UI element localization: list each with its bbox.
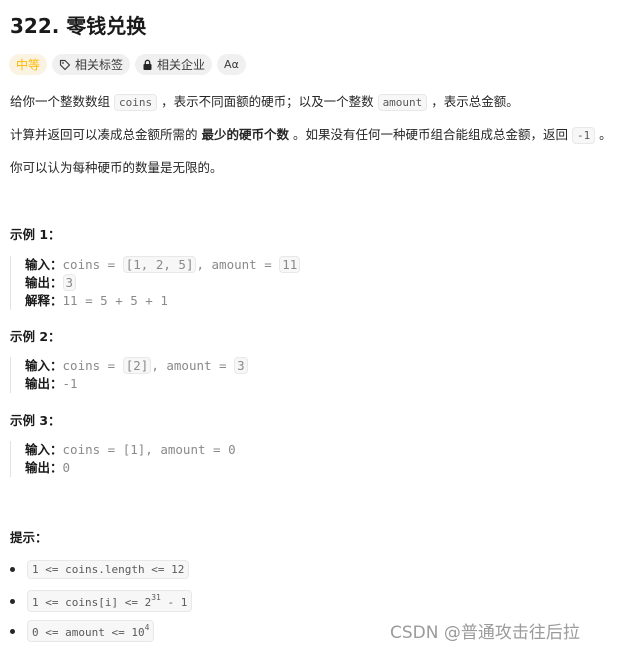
example-3-heading: 示例 3：: [10, 413, 61, 428]
inline-code: 3: [62, 274, 77, 291]
text: , amount =: [151, 358, 235, 373]
text: 1 <= coins[i] <= 2: [32, 596, 152, 609]
example-1-heading: 示例 1：: [10, 227, 61, 242]
translate-icon: Aα: [224, 58, 239, 71]
text: 0 <= amount <= 10: [32, 626, 145, 639]
description-paragraph-2: 计算并返回可以凑成总金额所需的 最少的硬币个数 。如果没有任何一种硬币组合能组成…: [10, 124, 612, 144]
badge-row: 中等 相关标签 相关企业 Aα: [9, 54, 246, 75]
inline-code: [1, 2, 5]: [122, 256, 197, 273]
input-label: 输入：: [25, 257, 63, 272]
bullet-icon: [10, 567, 15, 572]
difficulty-label: 中等: [16, 58, 41, 72]
inline-code: 1 <= coins[i] <= 231 - 1: [27, 590, 193, 612]
input-value: coins = [1], amount = 0: [62, 442, 236, 457]
inline-code: [2]: [122, 357, 152, 374]
text: , amount =: [196, 257, 280, 272]
constraint-item: 1 <= coins[i] <= 231 - 1: [10, 590, 193, 612]
bullet-icon: [10, 598, 15, 604]
inline-code: -1: [571, 127, 596, 144]
explanation-text: 11 = 5 + 5 + 1: [62, 293, 168, 308]
description-paragraph-1: 给你一个整数数组 coins ，表示不同面额的硬币；以及一个整数 amount …: [10, 91, 519, 111]
inline-code: 1 <= coins.length <= 12: [27, 560, 190, 579]
companies-button[interactable]: 相关企业: [135, 54, 213, 75]
example-3-block: 输入：coins = [1], amount = 0 输出：0: [10, 441, 236, 477]
lock-icon: [142, 59, 153, 71]
output-value: 0: [62, 460, 71, 475]
companies-label: 相关企业: [157, 58, 206, 72]
text: ，表示不同面额的硬币；以及一个整数: [157, 94, 378, 109]
input-label: 输入：: [25, 442, 63, 457]
output-value: -1: [62, 376, 78, 391]
example-2-heading: 示例 2：: [10, 329, 61, 344]
inline-code: amount: [377, 94, 428, 111]
constraint-item: 1 <= coins.length <= 12: [10, 560, 190, 579]
inline-code: 3: [234, 357, 248, 374]
watermark: CSDN @普通攻击往后拉: [390, 623, 580, 643]
difficulty-badge[interactable]: 中等: [9, 54, 48, 75]
tags-button[interactable]: 相关标签: [52, 54, 131, 75]
tag-icon: [59, 59, 71, 71]
text: coins =: [62, 358, 123, 373]
input-label: 输入：: [25, 358, 63, 373]
text: - 1: [160, 596, 188, 609]
output-label: 输出：: [25, 376, 63, 391]
bold-text: 最少的硬币个数: [201, 127, 289, 142]
text: coins =: [62, 257, 123, 272]
superscript: 31: [151, 593, 161, 602]
superscript: 4: [144, 623, 150, 632]
inline-code: coins: [113, 94, 158, 111]
text: 。: [595, 127, 612, 142]
example-2-block: 输入：coins = [2], amount = 3 输出：-1: [10, 357, 248, 393]
text: 。如果没有任何一种硬币组合能组成总金额，返回: [289, 127, 572, 142]
text: 计算并返回可以凑成总金额所需的: [10, 127, 202, 142]
output-label: 输出：: [25, 460, 63, 475]
translate-button[interactable]: Aα: [217, 54, 246, 75]
explanation-label: 解释：: [25, 293, 63, 308]
constraints-heading: 提示：: [10, 530, 48, 545]
constraint-item: 0 <= amount <= 104: [10, 620, 155, 642]
example-1-block: 输入：coins = [1, 2, 5], amount = 11 输出： 3 解…: [10, 256, 301, 310]
tags-label: 相关标签: [75, 58, 124, 72]
problem-title: 322. 零钱兑换: [10, 14, 147, 38]
inline-code: 11: [279, 256, 301, 273]
inline-code: 0 <= amount <= 104: [27, 620, 155, 642]
text: ，表示总金额。: [427, 94, 519, 109]
output-label: 输出：: [25, 275, 63, 290]
description-paragraph-3: 你可以认为每种硬币的数量是无限的。: [10, 160, 223, 175]
bullet-icon: [10, 628, 15, 634]
text: 给你一个整数数组: [10, 94, 114, 109]
